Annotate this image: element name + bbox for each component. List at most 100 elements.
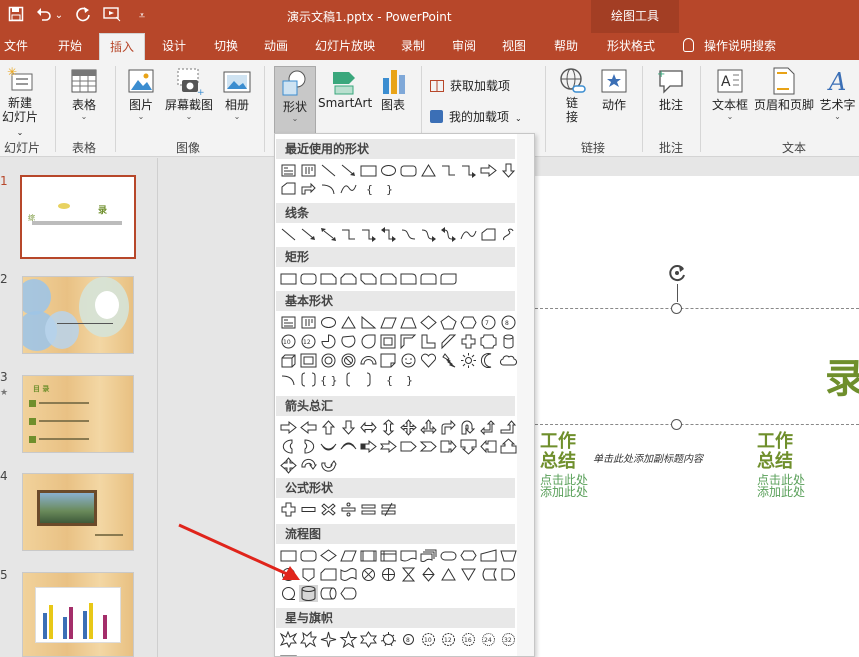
octagon-shape[interactable]: 8	[499, 314, 518, 331]
smiley-face-shape[interactable]	[399, 352, 418, 369]
flowchart-terminator-shape[interactable]	[439, 547, 458, 564]
textbox-shape[interactable]	[279, 162, 298, 179]
star-4-point-shape[interactable]	[319, 631, 338, 648]
up-arrow-shape[interactable]	[319, 419, 338, 436]
vertical-textbox-shape[interactable]	[299, 314, 318, 331]
moon-shape[interactable]	[479, 352, 498, 369]
curved-connector-shape[interactable]	[399, 226, 418, 243]
plaque-shape[interactable]	[479, 333, 498, 350]
flowchart-collate-shape[interactable]	[399, 566, 418, 583]
flowchart-merge-shape[interactable]	[459, 566, 478, 583]
flowchart-multidocument-shape[interactable]	[419, 547, 438, 564]
undo-dropdown-icon[interactable]: ⌄	[53, 6, 65, 26]
left-arrow-shape[interactable]	[299, 419, 318, 436]
left-bracket-shape[interactable]	[339, 371, 358, 388]
flowchart-extract-shape[interactable]	[439, 566, 458, 583]
ribbon-up-shape[interactable]	[279, 650, 298, 657]
undo-icon[interactable]	[33, 6, 55, 26]
snip-diagonal-shape[interactable]	[359, 270, 378, 287]
u-turn-arrow-shape[interactable]	[459, 419, 478, 436]
rounded-rectangle-shape[interactable]	[299, 270, 318, 287]
plus-shape[interactable]	[279, 501, 298, 518]
save-icon[interactable]	[5, 6, 27, 26]
star-32-point-shape[interactable]: 32	[499, 631, 518, 648]
subtitle-placeholder[interactable]: 单击此处添加副标题内容	[593, 450, 761, 465]
half-frame-shape[interactable]	[399, 333, 418, 350]
flowchart-sort-shape[interactable]	[419, 566, 438, 583]
diagonal-stripe-shape[interactable]	[439, 333, 458, 350]
current-slide[interactable]: 录 工作 总结 点击此处 添加此处 单击此处添加副标题内容 工作 总结 点击此处 添加此…	[535, 176, 859, 657]
equal-shape[interactable]	[359, 501, 378, 518]
flowchart-manual-operation-shape[interactable]	[499, 547, 518, 564]
cylinder-shape[interactable]	[299, 585, 318, 602]
flowchart-predefined-process-shape[interactable]	[359, 547, 378, 564]
right-brace-shape[interactable]: }	[379, 180, 398, 197]
left-brace-shape[interactable]: {	[379, 371, 398, 388]
flowchart-internal-storage-shape[interactable]	[379, 547, 398, 564]
flowchart-alternate-process-shape[interactable]	[299, 547, 318, 564]
hexagon-shape[interactable]	[459, 314, 478, 331]
cross-shape[interactable]	[459, 333, 478, 350]
flowchart-sequential-access-storage-shape[interactable]	[279, 585, 298, 602]
present-from-start-icon[interactable]	[101, 6, 123, 26]
redo-icon[interactable]	[72, 6, 94, 26]
right-arrow-callout-shape[interactable]	[439, 438, 458, 455]
flowchart-card-shape[interactable]	[319, 566, 338, 583]
left-brace-shape[interactable]: {	[359, 180, 378, 197]
quad-arrow-callout-shape[interactable]	[279, 457, 298, 474]
diamond-shape[interactable]	[419, 314, 438, 331]
left-right-up-arrow-shape[interactable]	[419, 419, 438, 436]
lightning-bolt-shape[interactable]	[439, 352, 458, 369]
quad-arrow-shape[interactable]	[399, 419, 418, 436]
shapes-gallery-dropdown[interactable]: 最近使用的形状 { } 线条 矩形 基本形状 7 8 10 12 {} {}…	[274, 133, 535, 657]
screenshot-button[interactable]: + 屏幕截图 ⌄	[162, 66, 216, 121]
arc-shape[interactable]	[279, 371, 298, 388]
curved-right-arrow-shape[interactable]	[279, 438, 298, 455]
star-24-point-shape[interactable]: 24	[479, 631, 498, 648]
flowchart-stored-data-shape[interactable]	[479, 566, 498, 583]
flowchart-manual-input-shape[interactable]	[479, 547, 498, 564]
line-shape[interactable]	[279, 226, 298, 243]
dodecagon-shape[interactable]: 12	[299, 333, 318, 350]
flowchart-or-shape[interactable]	[379, 566, 398, 583]
decagon-shape[interactable]: 10	[279, 333, 298, 350]
explosion-2-shape[interactable]	[299, 631, 318, 648]
round-single-corner-shape[interactable]	[399, 270, 418, 287]
smartart-button[interactable]: SmartArt	[318, 66, 372, 110]
tab-animations[interactable]: 动画	[254, 33, 298, 60]
l-shape[interactable]	[419, 333, 438, 350]
resize-handle-bottom[interactable]	[671, 419, 682, 430]
line-shape[interactable]	[319, 162, 338, 179]
elbow-connector-shape[interactable]	[439, 162, 458, 179]
left-right-arrow-shape[interactable]	[359, 419, 378, 436]
slide-thumbnail-2[interactable]	[22, 276, 134, 354]
flowchart-offpage-connector-shape[interactable]	[299, 566, 318, 583]
header-footer-button[interactable]: 页眉和页脚	[752, 66, 816, 113]
tab-slideshow[interactable]: 幻灯片放映	[310, 33, 380, 60]
arc-shape[interactable]	[319, 180, 338, 197]
u-arrow-shape[interactable]	[319, 457, 338, 474]
minus-shape[interactable]	[299, 501, 318, 518]
chevron-shape[interactable]	[419, 438, 438, 455]
picture-button[interactable]: 图片 ⌄	[123, 66, 159, 121]
tell-me-search[interactable]: 操作说明搜索	[683, 33, 776, 60]
snip-single-corner-shape[interactable]	[319, 270, 338, 287]
curved-up-arrow-shape[interactable]	[319, 438, 338, 455]
textbox-button[interactable]: A 文本框 ⌄	[709, 66, 751, 121]
comment-button[interactable]: + 批注	[652, 66, 690, 113]
flowchart-data-shape[interactable]	[339, 547, 358, 564]
chart-button[interactable]: 图表	[374, 66, 412, 113]
left-arrow-callout-shape[interactable]	[479, 438, 498, 455]
round-diagonal-shape[interactable]	[439, 270, 458, 287]
freeform-shape[interactable]	[479, 226, 498, 243]
heart-shape[interactable]	[419, 352, 438, 369]
cube-shape[interactable]	[279, 352, 298, 369]
pentagon-shape[interactable]	[439, 314, 458, 331]
tab-shape-format[interactable]: 形状格式	[598, 33, 664, 60]
star-8-point-shape[interactable]: 8	[399, 631, 418, 648]
elbow-arrow-connector-shape[interactable]	[459, 162, 478, 179]
curved-left-arrow-shape[interactable]	[299, 438, 318, 455]
tab-view[interactable]: 视图	[492, 33, 536, 60]
star-6-point-shape[interactable]	[359, 631, 378, 648]
parallelogram-shape[interactable]	[379, 314, 398, 331]
